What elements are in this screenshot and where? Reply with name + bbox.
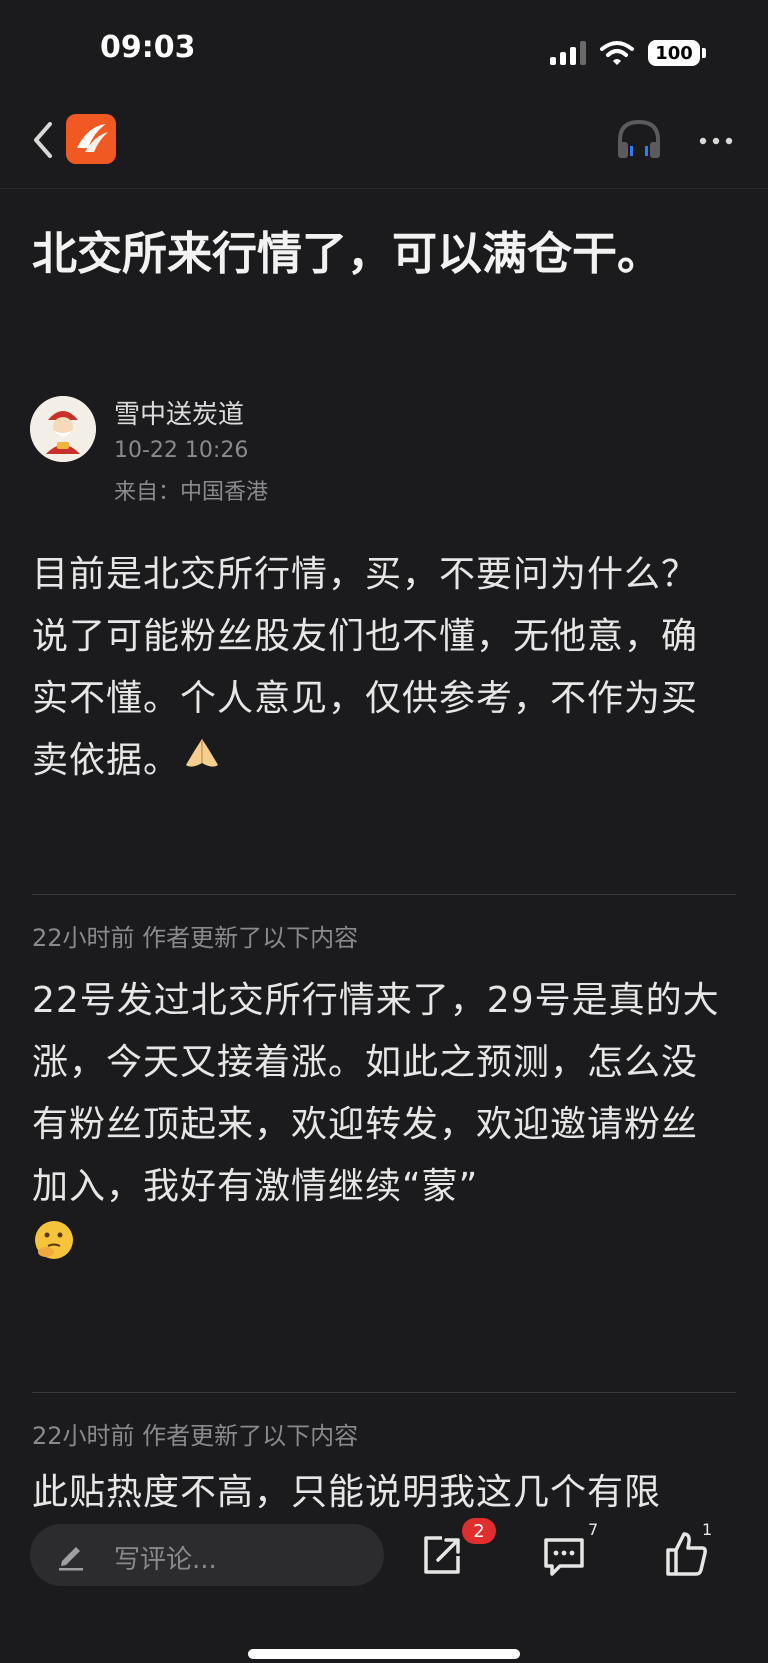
- pen-icon: [59, 1547, 83, 1571]
- paragraph-2-text: 22号发过北交所行情来了，29号是真的大涨，今天又接着涨。如此之预测，怎么没有粉…: [32, 980, 720, 1207]
- home-indicator: [248, 1649, 520, 1659]
- comment-bubble-icon[interactable]: [542, 1534, 586, 1578]
- comment-input[interactable]: 写评论...: [30, 1524, 384, 1586]
- avatar[interactable]: [30, 396, 96, 462]
- chevron-left-icon[interactable]: [26, 118, 62, 162]
- divider: [32, 894, 736, 895]
- thinking-face-icon: [32, 1218, 76, 1282]
- post-origin: 来自：中国香港: [114, 480, 269, 505]
- headphone-icon[interactable]: [614, 116, 664, 162]
- paragraph-1-text: 目前是北交所行情，买，不要问为什么？说了可能粉丝股友们也不懂，无他意，确实不懂。…: [32, 554, 699, 781]
- cellular-signal-icon: [550, 41, 586, 65]
- bottom-action-bar: 写评论... 2 7 1: [0, 1508, 768, 1663]
- share-icon[interactable]: [418, 1532, 466, 1580]
- pray-icon: [180, 731, 224, 793]
- post-paragraph-3: 此贴热度不高，只能说明我这几个有限: [32, 1472, 662, 1508]
- status-icons: 100: [550, 36, 706, 70]
- comment-placeholder: 写评论...: [114, 1545, 217, 1575]
- battery-indicator: 100: [648, 40, 706, 66]
- app-logo-icon[interactable]: [66, 114, 116, 164]
- divider: [32, 1392, 736, 1393]
- author-name[interactable]: 雪中送炭道: [114, 394, 244, 431]
- post-paragraph-2: 22号发过北交所行情来了，29号是真的大涨，今天又接着涨。如此之预测，怎么没有粉…: [32, 970, 732, 1282]
- status-bar: 09:03 100: [0, 0, 768, 100]
- post-time: 10-22 10:26: [114, 438, 249, 463]
- paragraph-3-clip: 此贴热度不高，只能说明我这几个有限: [0, 1458, 768, 1508]
- update-label-2: 22小时前 作者更新了以下内容: [32, 1422, 359, 1450]
- post-paragraph-1: 目前是北交所行情，买，不要问为什么？说了可能粉丝股友们也不懂，无他意，确实不懂。…: [32, 544, 732, 793]
- post-title: 北交所来行情了，可以满仓干。: [32, 227, 663, 280]
- update-label-1: 22小时前 作者更新了以下内容: [32, 924, 359, 952]
- status-time: 09:03: [100, 30, 196, 65]
- wifi-icon: [600, 41, 634, 65]
- more-dots-icon[interactable]: [698, 136, 734, 146]
- comments-count: 7: [588, 1520, 599, 1539]
- likes-count: 1: [702, 1520, 713, 1539]
- share-count-badge: 2: [462, 1518, 496, 1544]
